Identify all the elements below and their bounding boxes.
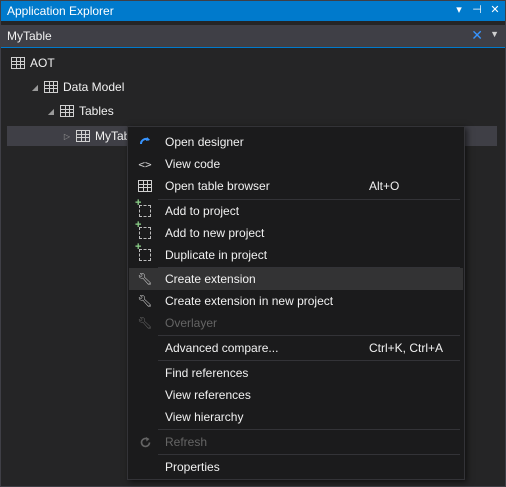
window-controls: ▾ ⊣ ✕ — [453, 3, 501, 16]
menu-separator — [158, 360, 460, 361]
menu-item-label: Create extension — [165, 272, 256, 286]
menu-item-create-extension[interactable]: 🔧︎ Create extension — [129, 268, 463, 290]
menu-item-overlayer[interactable]: 🔧︎ Overlayer — [129, 312, 463, 334]
menu-item-label: View code — [165, 157, 221, 171]
aot-icon — [11, 57, 25, 69]
table-icon — [44, 81, 58, 93]
menu-item-open-designer[interactable]: Open designer — [129, 131, 463, 153]
search-dropdown-icon[interactable]: ▼ — [490, 29, 499, 39]
open-designer-icon — [137, 134, 153, 150]
menu-item-label: Add to new project — [165, 226, 265, 240]
window-dropdown-icon[interactable]: ▾ — [453, 3, 465, 16]
table-icon — [137, 178, 153, 194]
wrench-icon: 🔧︎ — [137, 272, 153, 286]
menu-item-view-references[interactable]: View references — [129, 384, 463, 406]
expand-arrow-icon[interactable]: ▷ — [63, 132, 71, 141]
search-input[interactable]: MyTable — [7, 29, 52, 43]
add-to-project-icon — [135, 197, 153, 219]
tree-node-label: Data Model — [63, 80, 125, 94]
menu-separator — [158, 335, 460, 336]
code-icon: <> — [138, 157, 152, 171]
menu-item-label: Overlayer — [165, 316, 218, 330]
menu-item-properties[interactable]: Properties — [129, 456, 463, 478]
menu-item-refresh[interactable]: Refresh — [129, 431, 463, 453]
menu-item-create-extension-new-project[interactable]: 🔧︎ Create extension in new project — [129, 290, 463, 312]
collapse-arrow-icon[interactable]: ◢ — [47, 107, 55, 116]
menu-item-add-to-project[interactable]: Add to project — [129, 197, 463, 222]
search-bar[interactable]: MyTable ✕ ▼ — [1, 25, 505, 48]
tree-node-label: Tables — [79, 104, 114, 118]
menu-item-view-code[interactable]: <> View code — [129, 153, 463, 175]
menu-item-open-table-browser[interactable]: Open table browser Alt+O — [129, 175, 463, 197]
tree-node-mytable[interactable]: ▷ MyTab — [63, 126, 130, 146]
close-icon[interactable]: ✕ — [489, 3, 501, 16]
context-menu: Open designer <> View code Open table br… — [127, 126, 465, 480]
tree-node-label: AOT — [30, 56, 55, 70]
menu-item-duplicate-in-project[interactable]: Duplicate in project — [129, 241, 463, 266]
wrench-icon: 🔧︎ — [137, 316, 153, 330]
refresh-icon — [137, 434, 153, 450]
menu-item-advanced-compare[interactable]: Advanced compare... Ctrl+K, Ctrl+A — [129, 337, 463, 359]
menu-item-label: Refresh — [165, 435, 208, 449]
menu-item-label: Advanced compare... — [165, 341, 279, 355]
menu-item-label: Open table browser — [165, 179, 270, 193]
menu-item-label: Properties — [165, 460, 220, 474]
menu-item-shortcut: Alt+O — [369, 179, 400, 193]
tree-node-label: MyTab — [95, 129, 131, 143]
title-bar: Application Explorer ▾ ⊣ ✕ — [1, 1, 505, 21]
menu-item-label: View references — [165, 388, 251, 402]
menu-item-label: Add to project — [165, 204, 240, 218]
table-icon — [76, 130, 90, 142]
table-icon — [60, 105, 74, 117]
menu-item-label: Open designer — [165, 135, 244, 149]
tree-node-aot[interactable]: AOT — [11, 53, 55, 73]
menu-item-find-references[interactable]: Find references — [129, 362, 463, 384]
collapse-arrow-icon[interactable]: ◢ — [31, 83, 39, 92]
window-title: Application Explorer — [7, 4, 114, 18]
menu-item-label: Create extension in new project — [165, 294, 334, 308]
pin-icon[interactable]: ⊣ — [471, 3, 483, 16]
wrench-icon: 🔧︎ — [137, 294, 153, 308]
add-to-project-icon — [135, 241, 153, 263]
menu-separator — [158, 429, 460, 430]
menu-item-add-to-new-project[interactable]: Add to new project — [129, 219, 463, 244]
menu-item-label: Duplicate in project — [165, 248, 268, 262]
menu-item-label: View hierarchy — [165, 410, 244, 424]
menu-item-label: Find references — [165, 366, 249, 380]
menu-item-shortcut: Ctrl+K, Ctrl+A — [369, 341, 444, 355]
tree-node-data-model[interactable]: ◢ Data Model — [31, 77, 124, 97]
menu-item-view-hierarchy[interactable]: View hierarchy — [129, 406, 463, 428]
tree-node-tables[interactable]: ◢ Tables — [47, 101, 114, 121]
menu-separator — [158, 454, 460, 455]
clear-search-icon[interactable]: ✕ — [471, 27, 483, 44]
add-to-project-icon — [135, 219, 153, 241]
